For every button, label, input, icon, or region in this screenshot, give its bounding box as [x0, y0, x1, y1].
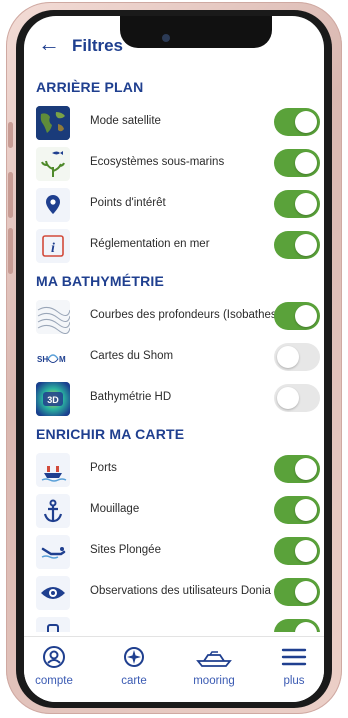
back-arrow-icon[interactable]: ← [38, 33, 60, 55]
page-title: Filtres [72, 36, 124, 55]
shom-logo-icon: SH M [36, 341, 70, 375]
contour-lines-icon [36, 300, 70, 334]
svg-text:3D: 3D [47, 395, 59, 405]
list-item-ports: Ports [24, 449, 324, 490]
toggle-ports[interactable] [274, 455, 320, 483]
toggle-knob [295, 458, 317, 480]
item-label: Mode satellite [90, 115, 161, 127]
toggle-sites-plongee[interactable] [274, 537, 320, 565]
nav-mooring[interactable]: mooring [184, 645, 244, 687]
toggle-knob [295, 193, 317, 215]
item-label: Réglementation en mer [90, 238, 210, 250]
item-label: Ports [90, 462, 117, 474]
app-screen: ← Filtres ARRIÈRE PLAN Mode satellite Ec… [24, 16, 324, 702]
filters-list: ARRIÈRE PLAN Mode satellite Ecosystèmes … [24, 72, 324, 632]
section-title-bathymetrie: MA BATHYMÉTRIE [36, 273, 165, 289]
toggle-knob [295, 622, 317, 632]
toggle-knob [295, 234, 317, 256]
list-item-shom: SH M Cartes du Shom [24, 337, 324, 378]
volume-down-button [8, 228, 13, 274]
nav-label: carte [121, 675, 147, 687]
svg-text:SH: SH [37, 355, 48, 364]
map-pin-icon [36, 188, 70, 222]
section-title-enrichir: ENRICHIR MA CARTE [36, 426, 185, 442]
toggle-knob [277, 387, 299, 409]
bottom-nav: compte carte mooring plus [24, 636, 324, 702]
toggle-knob [295, 499, 317, 521]
more-icon [36, 617, 70, 632]
eye-icon [36, 576, 70, 610]
list-item-sites-plongee: Sites Plongée [24, 531, 324, 572]
toggle-knob [277, 346, 299, 368]
list-item-mode-satellite: Mode satellite [24, 102, 324, 143]
nav-compte[interactable]: compte [24, 645, 84, 687]
compass-icon [104, 645, 164, 671]
item-label: Points d'intérêt [90, 197, 166, 209]
toggle-shom[interactable] [274, 343, 320, 371]
item-label: Observations des utilisateurs Donia [90, 585, 271, 597]
toggle-points-interet[interactable] [274, 190, 320, 218]
item-label: Courbes des profondeurs (Isobathes) [90, 309, 281, 321]
3d-bathymetry-icon: 3D [36, 382, 70, 416]
fish-coral-icon [36, 147, 70, 181]
side-button [8, 122, 13, 148]
toggle-observations[interactable] [274, 578, 320, 606]
world-map-icon [36, 106, 70, 140]
item-label: Bathymétrie HD [90, 391, 172, 403]
nav-label: plus [283, 675, 305, 687]
camera [162, 34, 170, 42]
toggle-isobathes[interactable] [274, 302, 320, 330]
toggle-mouillage[interactable] [274, 496, 320, 524]
diver-icon [36, 535, 70, 569]
nav-label: mooring [193, 675, 235, 687]
list-item-partial [24, 613, 324, 632]
toggle-knob [295, 152, 317, 174]
list-item-reglementation: i Réglementation en mer [24, 225, 324, 266]
boat-port-icon [36, 453, 70, 487]
item-label: Sites Plongée [90, 544, 161, 556]
user-circle-icon [24, 645, 84, 671]
item-label: Ecosystèmes sous-marins [90, 156, 225, 168]
list-item-ecosystemes: Ecosystèmes sous-marins [24, 143, 324, 184]
toggle-partial[interactable] [274, 619, 320, 632]
toggle-knob [295, 540, 317, 562]
toggle-knob [295, 111, 317, 133]
toggle-bathymetrie-hd[interactable] [274, 384, 320, 412]
anchor-icon [36, 494, 70, 528]
info-icon: i [36, 229, 70, 263]
toggle-knob [295, 305, 317, 327]
menu-icon [264, 645, 324, 671]
toggle-ecosystemes[interactable] [274, 149, 320, 177]
list-item-isobathes: Courbes des profondeurs (Isobathes) [24, 296, 324, 337]
list-item-bathymetrie-hd: 3D Bathymétrie HD [24, 378, 324, 419]
yacht-icon [184, 645, 244, 671]
list-item-observations: Observations des utilisateurs Donia [24, 572, 324, 613]
section-title-arriere-plan: ARRIÈRE PLAN [36, 79, 144, 95]
notch [120, 16, 272, 48]
volume-up-button [8, 172, 13, 218]
toggle-knob [295, 581, 317, 603]
svg-text:M: M [59, 355, 66, 364]
list-item-mouillage: Mouillage [24, 490, 324, 531]
nav-carte[interactable]: carte [104, 645, 164, 687]
toggle-mode-satellite[interactable] [274, 108, 320, 136]
nav-plus[interactable]: plus [264, 645, 324, 687]
item-label: Cartes du Shom [90, 350, 174, 362]
svg-text:i: i [51, 241, 55, 256]
item-label: Mouillage [90, 503, 140, 515]
toggle-reglementation[interactable] [274, 231, 320, 259]
list-item-points-interet: Points d'intérêt [24, 184, 324, 225]
nav-label: compte [35, 675, 73, 687]
